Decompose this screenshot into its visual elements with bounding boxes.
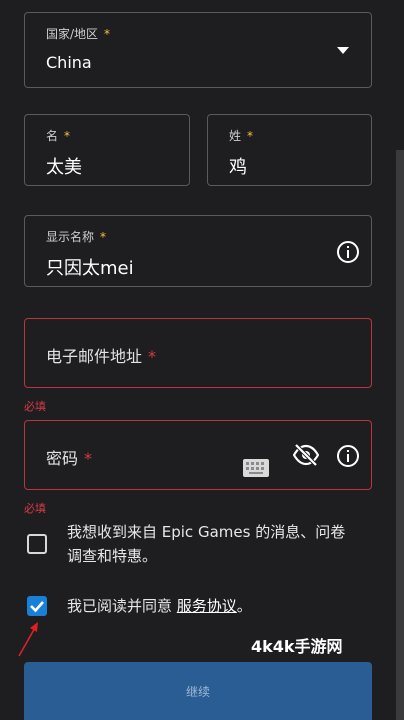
- watermark-text: 4k4k手游网: [251, 637, 343, 656]
- annotation-arrow-icon: [18, 622, 38, 657]
- checkmark-icon: [30, 601, 44, 613]
- password-label: 密码: [46, 449, 79, 468]
- first-name-value: 太美: [46, 157, 82, 178]
- display-name-field[interactable]: 显示名称 * 只因太mei: [24, 215, 372, 287]
- email-label: 电子邮件地址: [46, 347, 143, 366]
- display-name-value: 只因太mei: [46, 258, 134, 279]
- first-name-label-row: 名 *: [46, 127, 70, 144]
- last-name-label-row: 姓 *: [229, 127, 253, 144]
- marketing-text: 我想收到来自 Epic Games 的消息、问卷 调查和特惠。: [67, 520, 345, 568]
- password-error: 必填: [24, 502, 46, 515]
- terms-text: 我已阅读并同意 服务协议。: [67, 594, 252, 618]
- terms-of-service-link[interactable]: 服务协议: [177, 597, 237, 615]
- first-name-label: 名: [46, 129, 59, 143]
- continue-button[interactable]: 继续: [24, 662, 372, 720]
- terms-prefix: 我已阅读并同意: [67, 597, 177, 615]
- password-placeholder: 密码 *: [46, 445, 92, 469]
- email-placeholder: 电子邮件地址 *: [46, 343, 156, 367]
- password-field[interactable]: 密码 *: [24, 420, 372, 490]
- marketing-text-line2: 调查和特惠。: [67, 547, 158, 565]
- terms-checkbox[interactable]: [27, 596, 47, 616]
- marketing-text-line1: 我想收到来自 Epic Games 的消息、问卷: [67, 523, 346, 541]
- display-name-label: 显示名称: [46, 230, 95, 244]
- country-label: 国家/地区: [46, 27, 99, 41]
- keyboard-icon[interactable]: [243, 459, 269, 477]
- info-icon[interactable]: [336, 240, 360, 264]
- country-label-row: 国家/地区 *: [46, 25, 110, 42]
- required-mark: *: [247, 129, 254, 143]
- country-value: China: [46, 53, 92, 72]
- required-mark: *: [64, 129, 71, 143]
- scrollbar[interactable]: [396, 150, 404, 720]
- chevron-down-icon: [337, 47, 349, 54]
- terms-suffix: 。: [236, 597, 252, 615]
- required-mark: *: [104, 27, 111, 41]
- last-name-value: 鸡: [229, 157, 247, 178]
- eye-off-icon[interactable]: [293, 444, 319, 466]
- email-field[interactable]: 电子邮件地址 *: [24, 318, 372, 388]
- required-mark: *: [100, 230, 107, 244]
- marketing-checkbox[interactable]: [27, 534, 47, 554]
- required-mark: *: [148, 347, 157, 366]
- email-error: 必填: [24, 400, 46, 413]
- last-name-label: 姓: [229, 129, 242, 143]
- country-select[interactable]: 国家/地区 * China: [24, 12, 372, 88]
- required-mark: *: [84, 449, 93, 468]
- display-name-label-row: 显示名称 *: [46, 228, 106, 245]
- last-name-field[interactable]: 姓 * 鸡: [207, 114, 372, 186]
- info-icon[interactable]: [336, 444, 360, 468]
- first-name-field[interactable]: 名 * 太美: [24, 114, 190, 186]
